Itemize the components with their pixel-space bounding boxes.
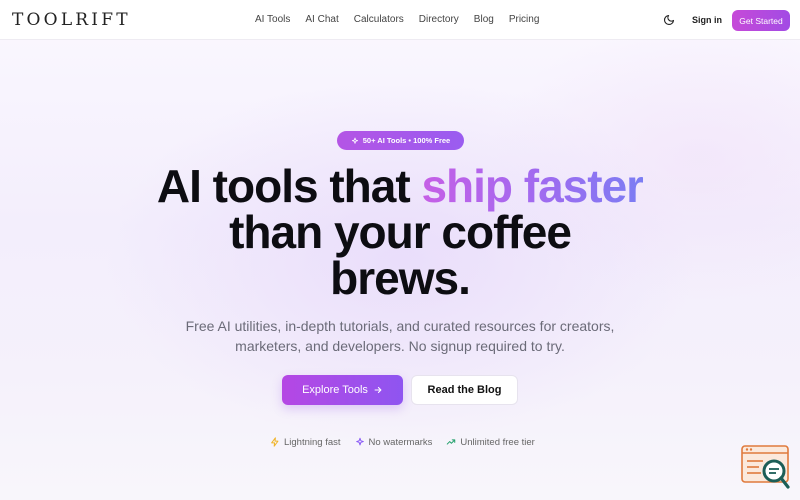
chat-search-icon <box>741 445 790 489</box>
feature-item-free-tier: Unlimited free tier <box>446 436 535 448</box>
sparkle-icon <box>355 437 364 446</box>
trending-up-icon <box>447 439 456 445</box>
sign-in-link[interactable]: Sign in <box>688 10 726 30</box>
hero-subtitle-line1: Free AI utilities, in-depth tutorials, a… <box>185 318 615 334</box>
chat-widget-button[interactable] <box>741 445 791 490</box>
explore-tools-label: Explore Tools <box>302 384 368 396</box>
read-blog-button[interactable]: Read the Blog <box>411 375 518 405</box>
get-started-button[interactable]: Get Started <box>732 10 790 31</box>
logo[interactable]: TOOLRIFT <box>12 10 131 30</box>
nav-link-ai-tools[interactable]: AI Tools <box>255 14 290 25</box>
nav-link-pricing[interactable]: Pricing <box>509 14 540 25</box>
hero-badge: 50+ AI Tools • 100% Free <box>337 131 464 150</box>
hero-subtitle: Free AI utilities, in-depth tutorials, a… <box>170 316 630 356</box>
feature-label: Lightning fast <box>284 436 341 448</box>
hero-title-line1: AI tools that ship faster <box>156 160 644 212</box>
hero-title-line3: brews. <box>330 252 471 304</box>
nav-link-ai-chat[interactable]: AI Chat <box>305 14 338 25</box>
hero-title-plain: AI tools that <box>156 160 422 212</box>
feature-item-watermarks: No watermarks <box>355 436 433 448</box>
feature-label: Unlimited free tier <box>460 436 535 448</box>
nav-link-directory[interactable]: Directory <box>419 14 459 25</box>
feature-list: Lightning fast No watermarks Unlimited f… <box>270 435 535 449</box>
nav-links: AI Tools AI Chat Calculators Directory B… <box>255 14 539 25</box>
nav-link-blog[interactable]: Blog <box>474 14 494 25</box>
hero-badge-text: 50+ AI Tools • 100% Free <box>362 136 451 145</box>
moon-icon <box>663 14 675 26</box>
feature-label: No watermarks <box>368 436 433 448</box>
navbar: TOOLRIFT AI Tools AI Chat Calculators Di… <box>0 0 800 40</box>
hero-title: AI tools that ship faster than your coff… <box>100 163 700 301</box>
theme-toggle-button[interactable] <box>660 12 678 28</box>
lightning-icon <box>271 437 279 447</box>
hero-title-highlight: ship faster <box>421 160 644 212</box>
explore-tools-button[interactable]: Explore Tools <box>282 375 403 405</box>
arrow-right-icon <box>374 386 382 394</box>
hero-subtitle-line2: marketers, and developers. No signup req… <box>235 338 565 354</box>
feature-item-lightning: Lightning fast <box>270 437 341 448</box>
sparkle-icon <box>351 137 358 144</box>
hero-title-line2: than your coffee <box>229 206 572 258</box>
nav-link-calculators[interactable]: Calculators <box>354 14 404 25</box>
